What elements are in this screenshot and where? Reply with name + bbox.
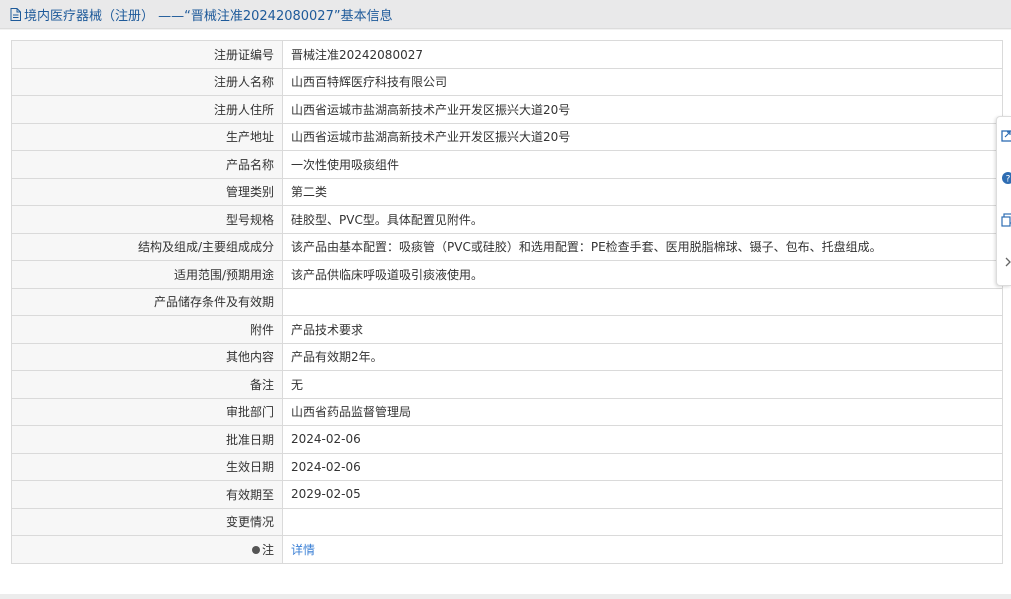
field-value: 硅胶型、PVC型。具体配置见附件。: [282, 205, 1003, 234]
info-row: 审批部门 山西省药品监督管理局: [11, 397, 1003, 426]
note-label: 注: [261, 542, 274, 557]
info-row: 附件 产品技术要求: [11, 315, 1003, 344]
collapse-arrow-icon[interactable]: [1001, 255, 1011, 269]
info-row: 注册人住所 山西省运城市盐湖高新技术产业开发区振兴大道20号: [11, 95, 1003, 124]
info-row: 管理类别 第二类: [11, 177, 1003, 206]
field-value: 2029-02-05: [282, 480, 1003, 509]
field-value: 山西省运城市盐湖高新技术产业开发区振兴大道20号: [282, 95, 1003, 124]
field-label: 管理类别: [11, 177, 283, 206]
field-label: 批准日期: [11, 425, 283, 454]
field-label: 产品名称: [11, 150, 283, 179]
lightbulb-icon: [251, 545, 260, 554]
field-value: [282, 287, 1003, 316]
field-label: 审批部门: [11, 397, 283, 426]
field-label: 结构及组成/主要组成成分: [11, 232, 283, 261]
field-label: 备注: [11, 370, 283, 399]
details-link[interactable]: 详情: [291, 543, 315, 557]
info-row: 产品储存条件及有效期: [11, 287, 1003, 316]
field-value: 2024-02-06: [282, 452, 1003, 481]
field-value: 2024-02-06: [282, 425, 1003, 454]
field-label: 变更情况: [11, 507, 283, 536]
field-label: 产品储存条件及有效期: [11, 287, 283, 316]
info-row: 备注无: [11, 370, 1003, 399]
field-value: 产品有效期2年。: [282, 342, 1003, 371]
note-label-cell: 注: [11, 535, 283, 564]
field-value: 山西省药品监督管理局: [282, 397, 1003, 426]
field-value: [282, 507, 1003, 536]
document-icon: [10, 7, 21, 21]
field-label: 附件: [11, 315, 283, 344]
help-icon[interactable]: ?: [1001, 171, 1011, 185]
info-row: 有效期至 2029-02-05: [11, 480, 1003, 509]
info-row: 适用范围/预期用途 该产品供临床呼吸道吸引痰液使用。: [11, 260, 1003, 289]
info-row: 注册证编号 晋械注准20242080027: [11, 40, 1003, 69]
field-value: 山西省运城市盐湖高新技术产业开发区振兴大道20号: [282, 122, 1003, 151]
detail-panel: 注册证编号 晋械注准20242080027 注册人名称 山西百特辉医疗科技有限公司 注册…: [0, 30, 1011, 594]
field-label: 有效期至: [11, 480, 283, 509]
info-row: 其他内容 产品有效期2年。: [11, 342, 1003, 371]
field-value: 第二类: [282, 177, 1003, 206]
bottom-strip: [0, 594, 1011, 599]
field-value: 该产品由基本配置：吸痰管（PVC或硅胶）和选用配置：PE检查手套、医用脱脂棉球、…: [282, 232, 1003, 261]
field-value: 该产品供临床呼吸道吸引痰液使用。: [282, 260, 1003, 289]
note-value-cell: 详情: [282, 535, 1003, 564]
field-label: 型号规格: [11, 205, 283, 234]
field-value: 山西百特辉医疗科技有限公司: [282, 67, 1003, 96]
field-value: 晋械注准20242080027: [282, 40, 1003, 69]
info-row: 型号规格 硅胶型、PVC型。具体配置见附件。: [11, 205, 1003, 234]
info-row: 结构及组成/主要组成成分 该产品由基本配置：吸痰管（PVC或硅胶）和选用配置：PE…: [11, 232, 1003, 261]
field-value: 一次性使用吸痰组件: [282, 150, 1003, 179]
svg-text:?: ?: [1006, 175, 1011, 185]
field-label: 适用范围/预期用途: [11, 260, 283, 289]
info-row: 变更情况: [11, 507, 1003, 536]
field-label: 注册证编号: [11, 40, 283, 69]
field-label: 注册人名称: [11, 67, 283, 96]
page-header: 境内医疗器械（注册） ——“晋械注准20242080027”基本信息: [0, 0, 1011, 29]
info-row: 注册人名称 山西百特辉医疗科技有限公司: [11, 67, 1003, 96]
info-table: 注册证编号 晋械注准20242080027 注册人名称 山西百特辉医疗科技有限公司 注册…: [11, 40, 1003, 564]
field-value: 无: [282, 370, 1003, 399]
field-label: 生产地址: [11, 122, 283, 151]
side-toolbar: ?: [996, 116, 1011, 286]
info-row: 生效日期 2024-02-06: [11, 452, 1003, 481]
info-row: 批准日期 2024-02-06: [11, 425, 1003, 454]
field-label: 其他内容: [11, 342, 283, 371]
field-label: 生效日期: [11, 452, 283, 481]
note-row: 注 详情: [11, 535, 1003, 564]
info-row: 生产地址 山西省运城市盐湖高新技术产业开发区振兴大道20号: [11, 122, 1003, 151]
share-icon[interactable]: [1001, 129, 1011, 143]
field-value: 产品技术要求: [282, 315, 1003, 344]
field-label: 注册人住所: [11, 95, 283, 124]
info-row: 产品名称 一次性使用吸痰组件: [11, 150, 1003, 179]
page-title: 境内医疗器械（注册） ——“晋械注准20242080027”基本信息: [24, 8, 393, 24]
copy-icon[interactable]: [1001, 213, 1011, 227]
